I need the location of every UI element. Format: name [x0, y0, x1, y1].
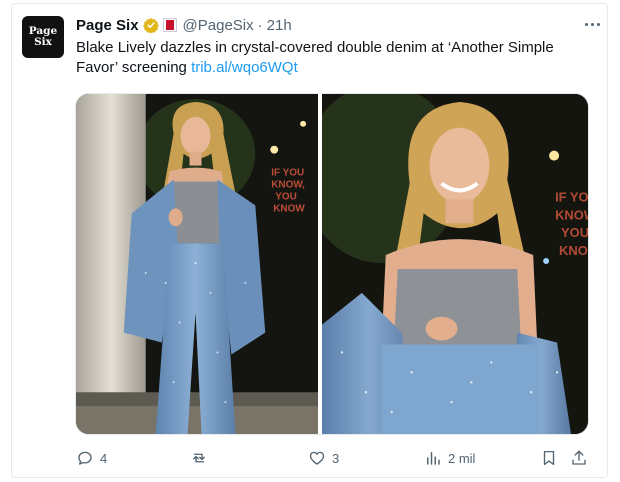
like-button[interactable]: 3: [308, 443, 339, 473]
sign-right-line-3: YOU: [561, 225, 588, 240]
sign-left-line-4: KNOW: [273, 203, 305, 214]
action-bar: 4 3 2 mil: [70, 443, 590, 473]
display-name[interactable]: Page Six: [76, 17, 139, 34]
tweet-text-body: Blake Lively dazzles in crystal-covered …: [76, 39, 554, 76]
bookmark-button[interactable]: [540, 443, 558, 473]
photo-right[interactable]: IF YOU KNOW YOU KNOW: [322, 94, 588, 434]
bookmark-icon: [543, 450, 555, 466]
views-chart-icon: [427, 452, 440, 465]
tweet-link[interactable]: trib.al/wqo6WQt: [191, 59, 298, 76]
avatar[interactable]: Page Six: [22, 16, 64, 58]
heart-icon: [309, 451, 325, 465]
share-icon: [572, 450, 586, 465]
like-count: 3: [332, 450, 340, 466]
verified-badge-icon: [142, 18, 159, 33]
sign-right-line-4: KNOW: [559, 243, 588, 258]
affiliate-badge-icon: [162, 18, 177, 32]
reply-count: 4: [100, 450, 108, 466]
more-options-icon[interactable]: [580, 14, 604, 34]
media-grid: IF YOU KNOW, YOU KNOW IF YO KNO YOU KNO: [75, 93, 589, 435]
sign-right-line-2: KNOW: [555, 207, 588, 222]
views-count: 2 mil: [448, 450, 476, 466]
reply-icon: [78, 451, 92, 465]
avatar-text-line2: Six: [34, 36, 52, 48]
views-button[interactable]: 2 mil: [424, 443, 475, 473]
reply-button[interactable]: 4: [76, 443, 107, 473]
separator-dot: ·: [257, 16, 263, 34]
photo-left[interactable]: IF YOU KNOW, YOU KNOW: [76, 94, 319, 434]
tweet-header: Page Six @PageSix · 21h: [76, 15, 292, 35]
share-button[interactable]: [570, 443, 588, 473]
timestamp[interactable]: 21h: [267, 17, 292, 34]
sign-right-line-1: IF YOU: [555, 189, 588, 204]
retweet-button[interactable]: [190, 443, 214, 473]
tweet-text: Blake Lively dazzles in crystal-covered …: [76, 38, 581, 78]
sign-left-line-1: IF YOU: [271, 168, 304, 179]
sign-left-line-3: YOU: [275, 191, 297, 202]
handle[interactable]: @PageSix: [183, 17, 254, 34]
sign-left-line-2: KNOW,: [271, 179, 305, 190]
retweet-icon: [193, 453, 205, 463]
